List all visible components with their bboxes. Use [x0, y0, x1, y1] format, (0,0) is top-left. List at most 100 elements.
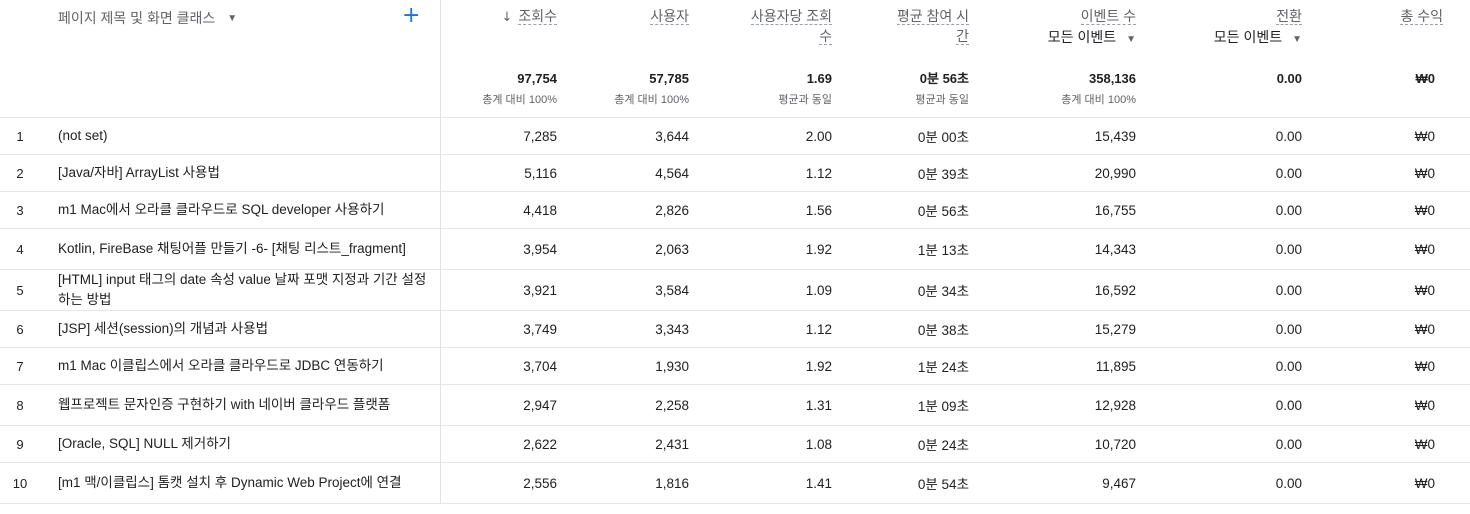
table-row[interactable]: 6 [JSP] 세션(session)의 개념과 사용법 3,749 3,343 1.1… [0, 311, 1470, 348]
table-row[interactable]: 10 [m1 맥/이클립스] 톰캣 설치 후 Dynamic Web Projec… [0, 463, 1470, 504]
column-divider [440, 0, 441, 504]
table-row[interactable]: 8 웹프로젝트 문자인증 구현하기 with 네이버 클라우드 플랫폼 2,947 2… [0, 385, 1470, 426]
cell-views_per_user: 1.12 [805, 321, 832, 337]
column-header-users[interactable]: 사용자 [650, 6, 689, 26]
row-index: 7 [16, 358, 24, 374]
cell-views_per_user: 1.92 [805, 241, 832, 257]
event-filter-label: 모든 이벤트 [1047, 29, 1117, 45]
column-header-views[interactable]: ↓ 조회수 [501, 6, 557, 28]
column-header-revenue[interactable]: 총 수익 [1400, 6, 1443, 26]
cell-revenue: ₩0 [1414, 321, 1435, 337]
cell-events: 16,592 [1094, 282, 1136, 298]
table-row[interactable]: 5 [HTML] input 태그의 date 속성 value 날짜 포맷 지정… [0, 270, 1470, 311]
page-title-cell[interactable]: m1 Mac에서 오라클 클라우드로 SQL developer 사용하기 [58, 192, 428, 228]
page-title-cell[interactable]: [Oracle, SQL] NULL 제거하기 [58, 426, 428, 462]
row-index: 10 [12, 475, 28, 491]
cell-engagement: 1분 09초 [917, 399, 969, 414]
cell-engagement: 0분 24초 [917, 438, 969, 453]
cell-views_per_user: 1.09 [805, 282, 832, 298]
cell-views: 2,622 [523, 436, 557, 452]
table-row[interactable]: 1 (not set) 7,285 3,644 2.00 0분 00초 15,439 0.00… [0, 118, 1470, 155]
cell-conversions: 0.00 [1275, 397, 1302, 413]
dimension-selector[interactable]: 페이지 제목 및 화면 클래스 ▼ [58, 8, 237, 28]
cell-users: 3,584 [655, 282, 689, 298]
column-label: 사용자 [650, 8, 689, 25]
cell-views: 3,749 [523, 321, 557, 337]
cell-revenue: ₩0 [1414, 475, 1435, 491]
table-row[interactable]: 7 m1 Mac 이클립스에서 오라클 클라우드로 JDBC 연동하기 3,704 1… [0, 348, 1470, 385]
page-title-cell[interactable]: [Java/자바] ArrayList 사용법 [58, 155, 428, 191]
column-label: 전환 [1276, 8, 1302, 25]
cell-engagement: 0분 34초 [917, 284, 969, 299]
cell-conversions: 0.00 [1275, 358, 1302, 374]
cell-users: 1,930 [655, 358, 689, 374]
row-index: 4 [16, 241, 24, 257]
row-index: 5 [16, 282, 24, 298]
cell-engagement: 0분 39초 [917, 167, 969, 182]
cell-revenue: ₩0 [1414, 436, 1435, 452]
cell-views_per_user: 2.00 [805, 128, 832, 144]
total-caption: 총계 대비 100% [482, 94, 557, 106]
cell-engagement: 0분 00초 [917, 130, 969, 145]
cell-users: 2,431 [655, 436, 689, 452]
page-title-cell[interactable]: (not set) [58, 118, 428, 154]
cell-engagement: 0분 38초 [917, 323, 969, 338]
event-filter-dropdown[interactable]: 모든 이벤트 ▼ [1048, 27, 1136, 50]
column-header-events[interactable]: 이벤트 수모든 이벤트 ▼ [1048, 6, 1136, 50]
cell-views_per_user: 1.56 [805, 202, 832, 218]
page-title-cell[interactable]: [JSP] 세션(session)의 개념과 사용법 [58, 311, 428, 347]
table-row[interactable]: 4 Kotlin, FireBase 채팅어플 만들기 -6- [채팅 리스트_f… [0, 229, 1470, 270]
cell-events: 20,990 [1094, 165, 1136, 181]
row-index: 6 [16, 321, 24, 337]
row-index: 1 [16, 128, 24, 144]
table-row[interactable]: 3 m1 Mac에서 오라클 클라우드로 SQL developer 사용하기 4,… [0, 192, 1470, 229]
column-header-conversions[interactable]: 전환모든 이벤트 ▼ [1214, 6, 1302, 50]
page-title-cell[interactable]: [m1 맥/이클립스] 톰캣 설치 후 Dynamic Web Project에… [58, 463, 428, 503]
dimension-label: 페이지 제목 및 화면 클래스 [58, 10, 216, 26]
cell-events: 9,467 [1102, 475, 1136, 491]
row-index: 9 [16, 436, 24, 452]
cell-events: 16,755 [1094, 202, 1136, 218]
total-caption: 총계 대비 100% [614, 94, 689, 106]
row-index: 3 [16, 202, 24, 218]
cell-users: 4,564 [655, 165, 689, 181]
cell-revenue: ₩0 [1414, 358, 1435, 374]
page-title-cell[interactable]: Kotlin, FireBase 채팅어플 만들기 -6- [채팅 리스트_fr… [58, 229, 428, 269]
column-label: 평균 참여 시 [896, 8, 969, 25]
page-title-cell[interactable]: [HTML] input 태그의 date 속성 value 날짜 포맷 지정과… [58, 270, 428, 310]
total-caption: 총계 대비 100% [1061, 94, 1136, 106]
cell-views_per_user: 1.41 [805, 475, 832, 491]
column-header-views_per_user[interactable]: 사용자당 조회 수 [750, 6, 832, 46]
cell-revenue: ₩0 [1414, 128, 1435, 144]
event-filter-dropdown[interactable]: 모든 이벤트 ▼ [1214, 27, 1302, 50]
cell-conversions: 0.00 [1275, 128, 1302, 144]
cell-engagement: 0분 54초 [917, 477, 969, 492]
cell-events: 15,439 [1094, 128, 1136, 144]
table-row[interactable]: 2 [Java/자바] ArrayList 사용법 5,116 4,564 1.12 0분… [0, 155, 1470, 192]
cell-events: 11,895 [1095, 358, 1136, 374]
page-title-cell[interactable]: m1 Mac 이클립스에서 오라클 클라우드로 JDBC 연동하기 [58, 348, 428, 384]
column-header-engagement[interactable]: 평균 참여 시간 [896, 6, 969, 46]
table-row[interactable]: 9 [Oracle, SQL] NULL 제거하기 2,622 2,431 1.08 0분… [0, 426, 1470, 463]
cell-conversions: 0.00 [1275, 475, 1302, 491]
add-dimension-button[interactable]: + [402, 4, 420, 28]
cell-conversions: 0.00 [1275, 321, 1302, 337]
column-label: 이벤트 수 [1080, 8, 1136, 25]
page-title-cell[interactable]: 웹프로젝트 문자인증 구현하기 with 네이버 클라우드 플랫폼 [58, 385, 428, 425]
report-table: 페이지 제목 및 화면 클래스 ▼ + ↓ 조회수 97,754 총계 대비 100%… [0, 0, 1470, 514]
cell-events: 10,720 [1094, 436, 1136, 452]
total-caption: 평균과 동일 [915, 94, 969, 106]
column-label: 총 수익 [1400, 8, 1443, 25]
cell-views: 2,556 [523, 475, 557, 491]
cell-engagement: 1분 13초 [917, 243, 969, 258]
column-total-views: 97,754 총계 대비 100% [482, 70, 557, 108]
total-value: 97,754 [517, 71, 557, 86]
cell-engagement: 0분 56초 [917, 204, 969, 219]
cell-revenue: ₩0 [1414, 241, 1435, 257]
cell-revenue: ₩0 [1414, 282, 1435, 298]
cell-events: 14,343 [1094, 241, 1136, 257]
column-total-users: 57,785 총계 대비 100% [614, 70, 689, 108]
cell-conversions: 0.00 [1275, 282, 1302, 298]
caret-down-icon: ▼ [1292, 34, 1302, 45]
table-body: 1 (not set) 7,285 3,644 2.00 0분 00초 15,439 0.00… [0, 118, 1470, 504]
